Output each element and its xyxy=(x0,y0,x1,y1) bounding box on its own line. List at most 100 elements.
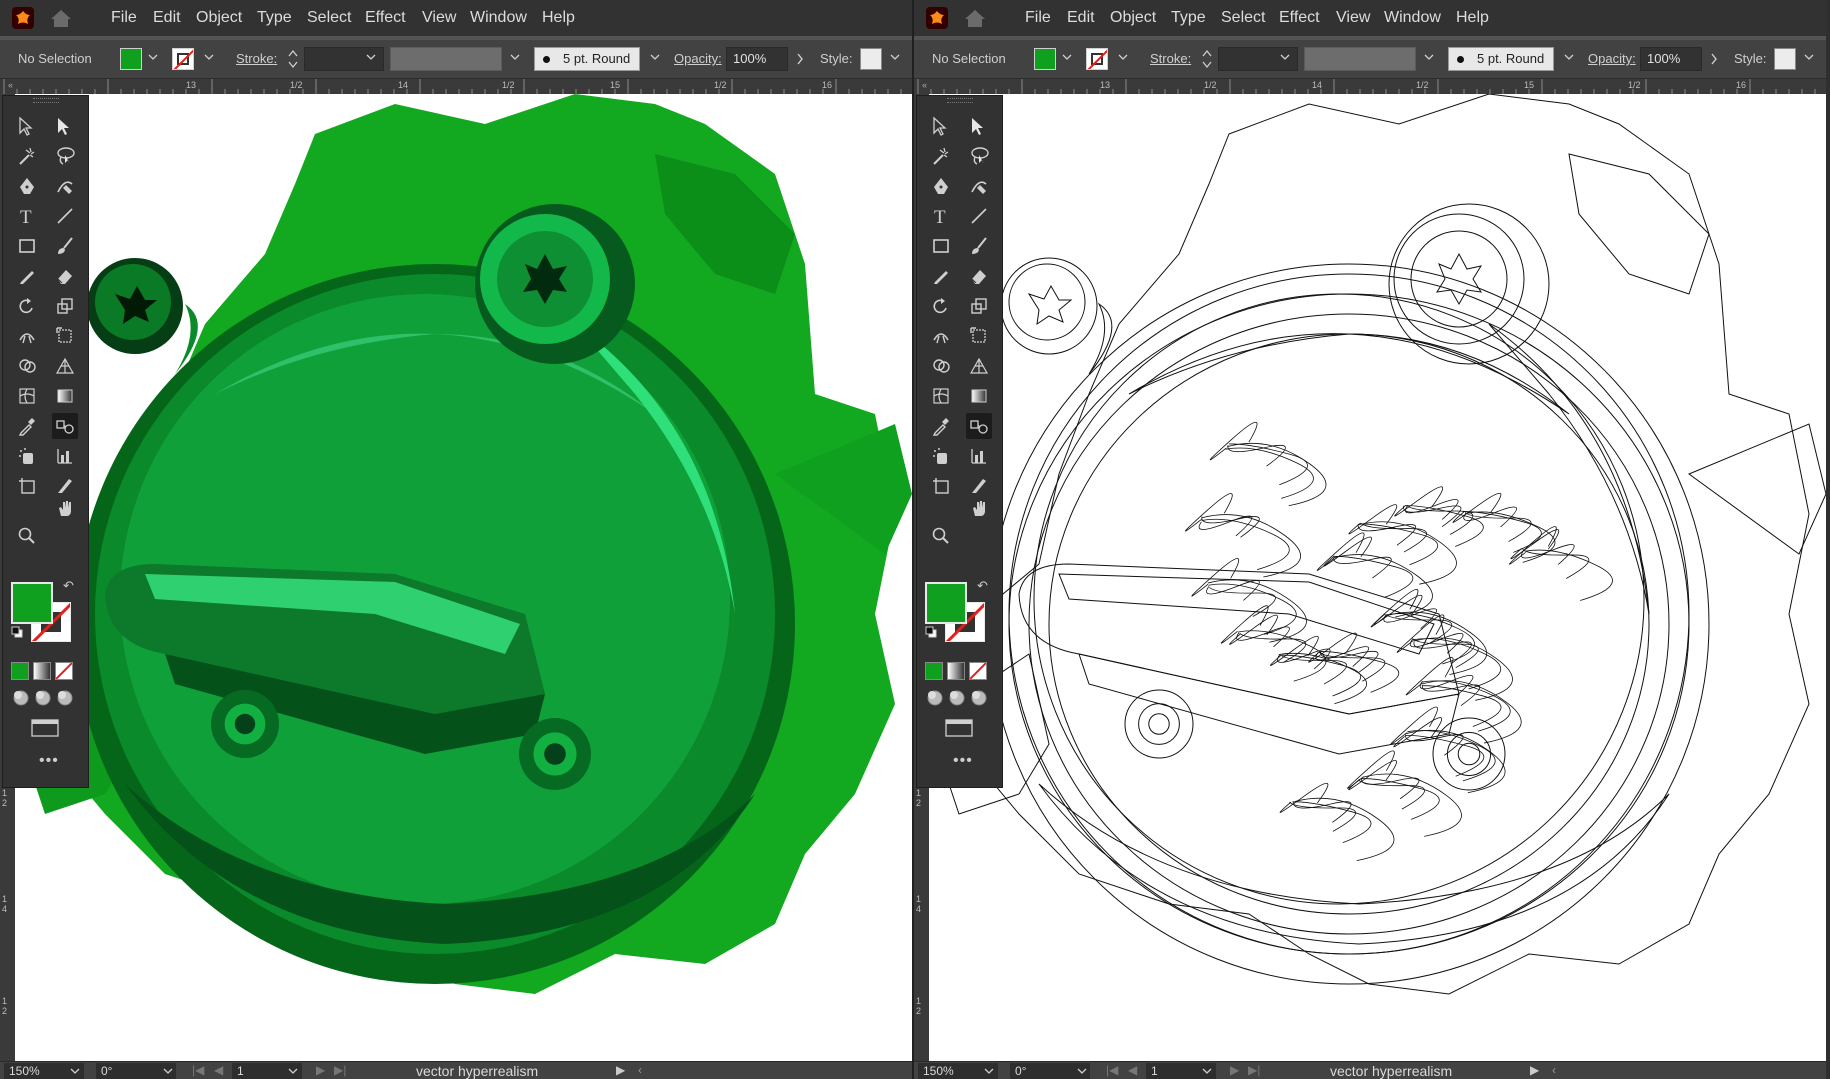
rectangle-icon[interactable] xyxy=(14,233,40,259)
opacity-arrow-icon[interactable] xyxy=(796,53,804,65)
stroke-dropdown-chevron-icon[interactable] xyxy=(204,52,214,64)
rotation-chevron-icon[interactable] xyxy=(1077,1066,1087,1076)
eraser-icon[interactable] xyxy=(52,263,78,289)
eyedropper-icon[interactable] xyxy=(928,413,954,439)
style-chevron-icon[interactable] xyxy=(1804,52,1814,64)
direct-selection-tool-icon[interactable] xyxy=(966,113,992,139)
rotation-chevron-icon[interactable] xyxy=(163,1066,173,1076)
last-artboard-icon[interactable]: ▶| xyxy=(1248,1063,1260,1077)
paintbrush-icon[interactable] xyxy=(966,233,992,259)
curvature-icon[interactable] xyxy=(966,173,992,199)
color-mode-icon[interactable] xyxy=(11,662,29,680)
perspective-grid-icon[interactable] xyxy=(966,353,992,379)
draw-behind-icon[interactable] xyxy=(33,688,53,708)
fill-swatch[interactable] xyxy=(120,48,142,70)
stroke-weight-chevron-icon[interactable] xyxy=(366,52,376,64)
line-icon[interactable] xyxy=(966,203,992,229)
stroke-stepper-icon[interactable] xyxy=(1202,48,1212,70)
draw-behind-icon[interactable] xyxy=(947,688,967,708)
draw-inside-icon[interactable] xyxy=(969,688,989,708)
artboard-chevron-icon[interactable] xyxy=(288,1066,298,1076)
magic-wand-icon[interactable] xyxy=(14,143,40,169)
symbol-sprayer-icon[interactable] xyxy=(928,443,954,469)
brush-chevron-icon[interactable] xyxy=(1564,52,1574,64)
shape-builder-icon[interactable] xyxy=(928,353,954,379)
fill-dropdown-chevron-icon[interactable] xyxy=(148,52,158,64)
stroke-swatch[interactable] xyxy=(1086,48,1108,70)
selection-tool-icon[interactable] xyxy=(14,113,40,139)
rectangle-icon[interactable] xyxy=(928,233,954,259)
gradient-mode-icon[interactable] xyxy=(33,662,51,680)
none-mode-icon[interactable] xyxy=(55,662,73,680)
scroll-left-icon[interactable]: ‹ xyxy=(1552,1063,1556,1077)
zoom-icon[interactable] xyxy=(928,523,954,549)
scale-icon[interactable] xyxy=(966,293,992,319)
free-transform-icon[interactable] xyxy=(966,323,992,349)
toolbar-fill-swatch[interactable] xyxy=(11,582,53,624)
gradient-mode-icon[interactable] xyxy=(947,662,965,680)
artboard-icon[interactable] xyxy=(928,473,954,499)
pen-icon[interactable] xyxy=(14,173,40,199)
menu-file[interactable]: File xyxy=(1025,9,1051,27)
stroke-swatch[interactable] xyxy=(172,48,194,70)
zoom-chevron-icon[interactable] xyxy=(70,1066,80,1076)
toolbar-fill-swatch[interactable] xyxy=(925,582,967,624)
direct-selection-tool-icon[interactable] xyxy=(52,113,78,139)
zoom-icon[interactable] xyxy=(14,523,40,549)
brush-definition[interactable]: 5 pt. Round xyxy=(1448,47,1554,71)
graphic-style-swatch[interactable] xyxy=(860,48,882,70)
rotate-icon[interactable] xyxy=(928,293,954,319)
free-transform-icon[interactable] xyxy=(52,323,78,349)
swap-fill-stroke-icon[interactable]: ↶ xyxy=(63,578,74,594)
paintbrush-icon[interactable] xyxy=(52,233,78,259)
draw-inside-icon[interactable] xyxy=(55,688,75,708)
artboard-canvas-outline[interactable] xyxy=(929,94,1826,1061)
first-artboard-icon[interactable]: |◀ xyxy=(192,1063,204,1077)
menu-help[interactable]: Help xyxy=(542,9,575,27)
brush-chevron-icon[interactable] xyxy=(650,52,660,64)
opacity-field[interactable]: 100% xyxy=(1640,47,1702,71)
style-chevron-icon[interactable] xyxy=(890,52,900,64)
menu-type[interactable]: Type xyxy=(1171,9,1206,27)
scroll-left-icon[interactable]: ‹ xyxy=(638,1063,642,1077)
blend-icon[interactable] xyxy=(52,413,78,439)
prev-artboard-icon[interactable]: ◀ xyxy=(1128,1063,1137,1077)
menu-effect[interactable]: Effect xyxy=(365,9,406,27)
home-icon[interactable] xyxy=(964,8,986,31)
opacity-field[interactable]: 100% xyxy=(726,47,788,71)
gradient-icon[interactable] xyxy=(52,383,78,409)
home-icon[interactable] xyxy=(50,8,72,31)
menu-effect[interactable]: Effect xyxy=(1279,9,1320,27)
variable-width-profile[interactable] xyxy=(1304,47,1416,71)
stroke-dropdown-chevron-icon[interactable] xyxy=(1118,52,1128,64)
stroke-stepper-icon[interactable] xyxy=(288,48,298,70)
type-icon[interactable] xyxy=(14,203,40,229)
draw-normal-icon[interactable] xyxy=(925,688,945,708)
last-artboard-icon[interactable]: ▶| xyxy=(334,1063,346,1077)
variable-width-profile[interactable] xyxy=(390,47,502,71)
hand-icon[interactable] xyxy=(966,495,992,521)
menu-type[interactable]: Type xyxy=(257,9,292,27)
pencil-icon[interactable] xyxy=(14,263,40,289)
symbol-sprayer-icon[interactable] xyxy=(14,443,40,469)
swap-fill-stroke-icon[interactable]: ↶ xyxy=(977,578,988,594)
mesh-icon[interactable] xyxy=(14,383,40,409)
stroke-label[interactable]: Stroke: xyxy=(236,51,277,66)
menu-select[interactable]: Select xyxy=(1221,9,1265,27)
graphic-style-swatch[interactable] xyxy=(1774,48,1796,70)
width-icon[interactable] xyxy=(928,323,954,349)
draw-normal-icon[interactable] xyxy=(11,688,31,708)
screen-mode-icon[interactable] xyxy=(31,718,59,738)
fill-swatch[interactable] xyxy=(1034,48,1056,70)
prev-artboard-icon[interactable]: ◀ xyxy=(214,1063,223,1077)
lasso-icon[interactable] xyxy=(966,143,992,169)
magic-wand-icon[interactable] xyxy=(928,143,954,169)
eyedropper-icon[interactable] xyxy=(14,413,40,439)
panel-grip[interactable] xyxy=(33,98,59,103)
first-artboard-icon[interactable]: |◀ xyxy=(1106,1063,1118,1077)
opacity-arrow-icon[interactable] xyxy=(1710,53,1718,65)
lasso-icon[interactable] xyxy=(52,143,78,169)
menu-edit[interactable]: Edit xyxy=(1067,9,1095,27)
fill-dropdown-chevron-icon[interactable] xyxy=(1062,52,1072,64)
opacity-label[interactable]: Opacity: xyxy=(1588,51,1636,66)
